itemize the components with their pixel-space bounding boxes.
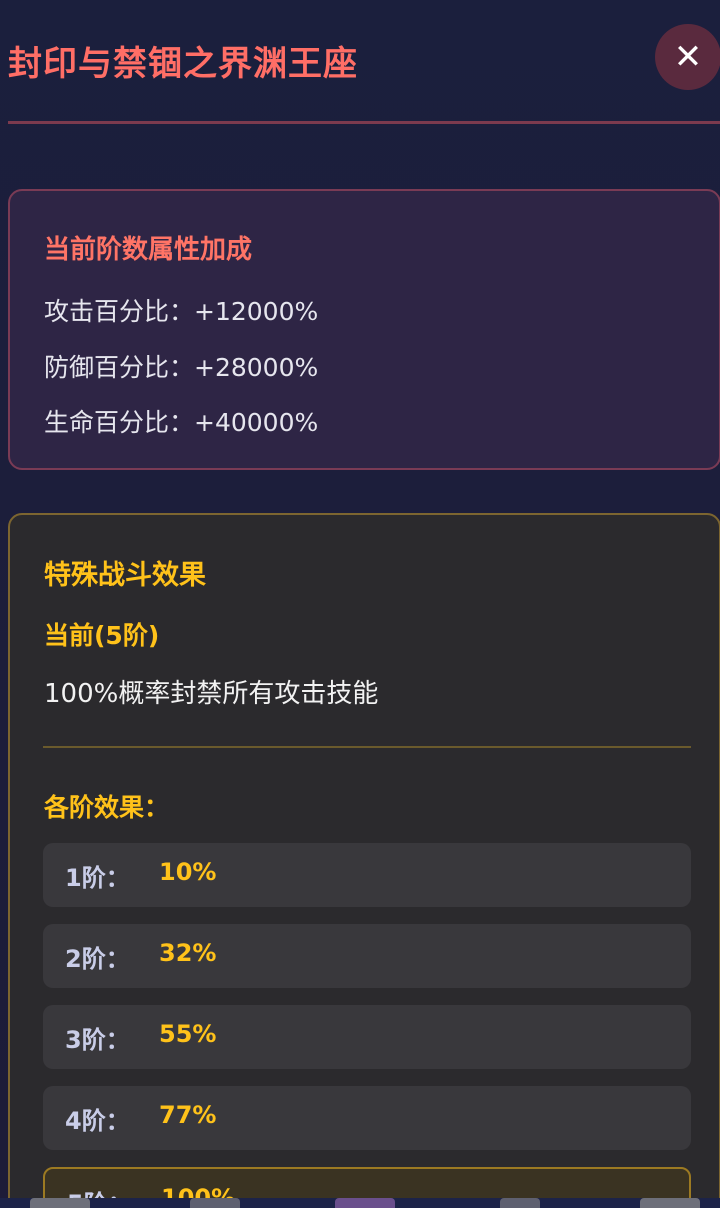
level-name: 1阶：: [65, 864, 130, 892]
special-effect-title: 特殊战斗效果: [44, 560, 206, 591]
level-value: 55%: [159, 1020, 217, 1048]
level-name: 2阶：: [65, 945, 130, 973]
modal-page: 封印与禁锢之界渊王座 ✕ 当前阶数属性加成 攻击百分比：+12000% 防御百分…: [0, 0, 720, 1208]
header-divider: [8, 121, 720, 124]
strip-icon: [190, 1198, 240, 1208]
modal-title: 封印与禁锢之界渊王座: [8, 44, 358, 84]
bottom-icon-strip: [0, 1198, 720, 1208]
level-value: 77%: [159, 1101, 217, 1129]
defense-percent-line: 防御百分比：+28000%: [44, 353, 319, 382]
level-value: 32%: [159, 939, 217, 967]
attack-percent-line: 攻击百分比：+12000%: [44, 297, 319, 326]
level-row-1: 1阶： 10%: [43, 843, 691, 907]
current-effect-description: 100%概率封禁所有攻击技能: [44, 679, 379, 709]
level-row-4: 4阶： 77%: [43, 1086, 691, 1150]
level-name: 3阶：: [65, 1026, 130, 1054]
strip-icon: [500, 1198, 540, 1208]
modal-header: 封印与禁锢之界渊王座 ✕: [0, 0, 720, 124]
attribute-bonus-card: 当前阶数属性加成 攻击百分比：+12000% 防御百分比：+28000% 生命百…: [8, 189, 720, 470]
level-row-2: 2阶： 32%: [43, 924, 691, 988]
attribute-bonus-title: 当前阶数属性加成: [44, 235, 253, 265]
level-effects-label: 各阶效果：: [44, 793, 170, 822]
strip-icon: [640, 1198, 700, 1208]
effect-divider: [43, 746, 691, 748]
strip-icon: [335, 1198, 395, 1208]
special-effect-card: 特殊战斗效果 当前(5阶) 100%概率封禁所有攻击技能 各阶效果： 1阶： 1…: [8, 513, 720, 1208]
level-name: 4阶：: [65, 1107, 130, 1135]
close-button[interactable]: ✕: [655, 24, 720, 90]
current-level-label: 当前(5阶): [44, 621, 160, 650]
strip-icon: [30, 1198, 90, 1208]
level-value: 10%: [159, 858, 217, 886]
close-icon: ✕: [673, 37, 703, 77]
health-percent-line: 生命百分比：+40000%: [44, 408, 319, 437]
level-row-3: 3阶： 55%: [43, 1005, 691, 1069]
